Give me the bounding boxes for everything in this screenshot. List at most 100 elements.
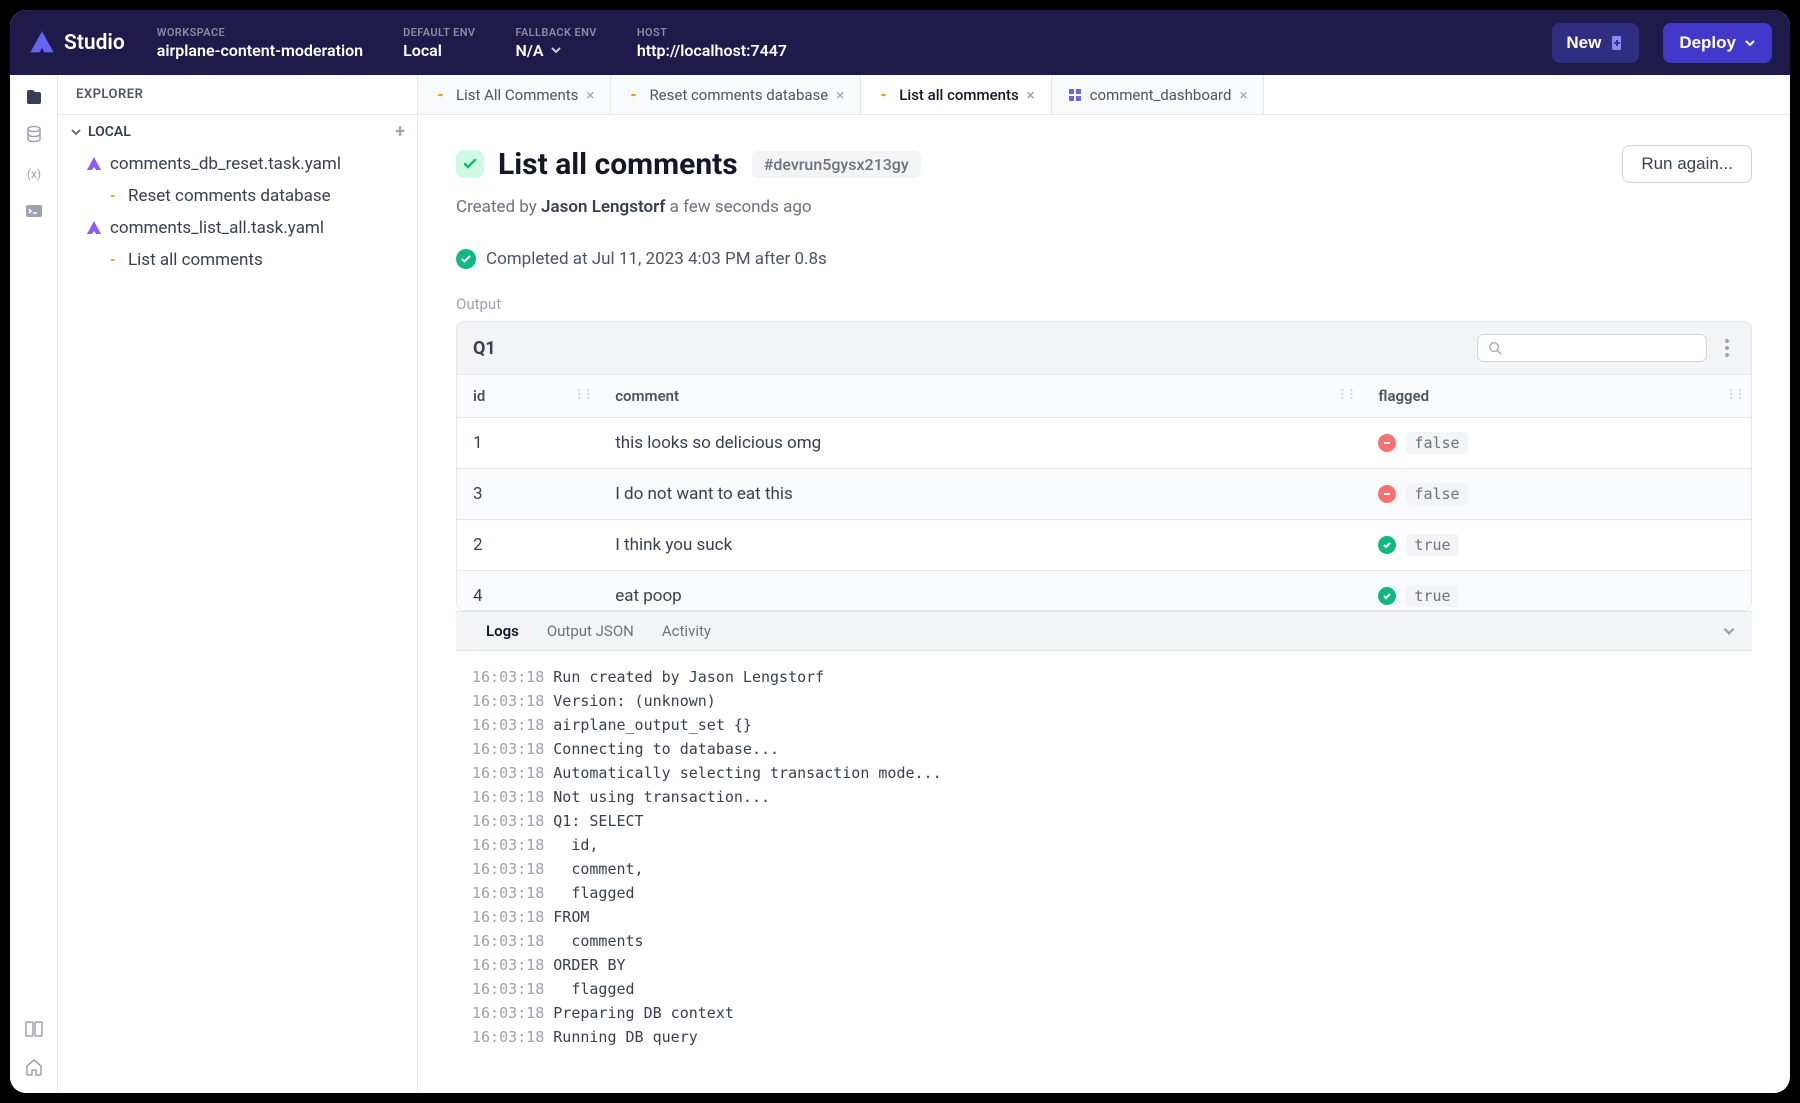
variables-icon[interactable]: (x) [24, 163, 44, 183]
editor-tab[interactable]: comment_dashboard× [1052, 75, 1265, 114]
file-tree-item[interactable]: comments_list_all.task.yaml [58, 212, 417, 244]
cell-id: 4 [457, 571, 599, 612]
column-header[interactable]: id [457, 375, 599, 418]
output-table-card: Q1 idcommentflagged 1 this looks so deli… [456, 321, 1752, 611]
dashboard-icon [1068, 88, 1082, 102]
log-line: 16:03:18 flagged [472, 977, 1736, 1001]
activity-rail: (x) [10, 75, 58, 1093]
main-area: List All Comments×Reset comments databas… [418, 75, 1790, 1093]
table-search-input[interactable] [1508, 340, 1696, 356]
panel-tab[interactable]: Logs [472, 612, 533, 650]
created-by-text: Created by Jason Lengstorf a few seconds… [456, 197, 1752, 217]
workspace-value[interactable]: airplane-content-moderation [157, 41, 363, 60]
log-line: 16:03:18 FROM [472, 905, 1736, 929]
logo: Studio [28, 29, 125, 57]
task-icon [877, 88, 891, 102]
log-line: 16:03:18 airplane_output_set {} [472, 713, 1736, 737]
table-menu-button[interactable] [1719, 339, 1735, 357]
file-tree-task[interactable]: List all comments [58, 244, 417, 276]
run-again-button[interactable]: Run again... [1622, 145, 1752, 183]
new-button[interactable]: New [1552, 23, 1639, 63]
panel-tab[interactable]: Activity [648, 612, 725, 650]
panel-tabs: LogsOutput JSONActivity [456, 611, 1752, 651]
success-indicator-icon [1378, 587, 1396, 605]
default-env-label: DEFAULT ENV [403, 26, 475, 39]
chevron-down-icon [1722, 624, 1736, 638]
log-line: 16:03:18 Connecting to database... [472, 737, 1736, 761]
cell-flagged: true [1362, 520, 1751, 571]
file-tree: comments_db_reset.task.yamlReset comment… [58, 148, 417, 276]
default-env-meta: DEFAULT ENV Local [395, 26, 483, 60]
files-icon[interactable] [24, 87, 44, 107]
cell-id: 1 [457, 418, 599, 469]
check-circle-icon [456, 249, 476, 269]
cell-id: 3 [457, 469, 599, 520]
add-file-button[interactable]: + [395, 121, 405, 142]
output-label: Output [456, 295, 1752, 313]
output-table: idcommentflagged 1 this looks so delicio… [457, 374, 1751, 611]
table-row[interactable]: 1 this looks so delicious omg false [457, 418, 1751, 469]
flag-value-badge: true [1406, 585, 1458, 607]
new-file-icon [1609, 35, 1625, 51]
host-value[interactable]: http://localhost:7447 [637, 41, 787, 60]
run-content: List all comments #devrun5gysx213gy Run … [418, 115, 1790, 1093]
cell-flagged: false [1362, 418, 1751, 469]
database-icon[interactable] [24, 125, 44, 145]
close-tab-icon[interactable]: × [1239, 86, 1247, 104]
table-search[interactable] [1477, 334, 1707, 362]
home-icon[interactable] [24, 1057, 44, 1077]
cell-id: 2 [457, 520, 599, 571]
table-row[interactable]: 2 I think you suck true [457, 520, 1751, 571]
file-tree-item[interactable]: comments_db_reset.task.yaml [58, 148, 417, 180]
workspace-label: WORKSPACE [157, 26, 363, 39]
panels-icon[interactable] [24, 1019, 44, 1039]
column-header[interactable]: comment [599, 375, 1362, 418]
log-line: 16:03:18 comment, [472, 857, 1736, 881]
host-meta: HOST http://localhost:7447 [629, 26, 795, 60]
cell-flagged: true [1362, 571, 1751, 612]
chevron-down-icon [1744, 37, 1756, 49]
terminal-icon[interactable] [24, 201, 44, 221]
explorer-section-local[interactable]: LOCAL + [58, 115, 417, 148]
fallback-env-label: FALLBACK ENV [515, 26, 596, 39]
log-line: 16:03:18 id, [472, 833, 1736, 857]
deploy-button[interactable]: Deploy [1663, 23, 1772, 63]
error-indicator-icon [1378, 485, 1396, 503]
bottom-panel: LogsOutput JSONActivity 16:03:18 Run cre… [456, 611, 1752, 1063]
close-tab-icon[interactable]: × [586, 86, 594, 104]
task-icon [106, 253, 120, 267]
panel-tab[interactable]: Output JSON [533, 612, 648, 650]
error-indicator-icon [1378, 434, 1396, 452]
brand-name: Studio [64, 31, 125, 55]
column-header[interactable]: flagged [1362, 375, 1751, 418]
log-line: 16:03:18 Not using transaction... [472, 785, 1736, 809]
log-line: 16:03:18 Q1: SELECT [472, 809, 1736, 833]
table-row[interactable]: 3 I do not want to eat this false [457, 469, 1751, 520]
collapse-panel-button[interactable] [1722, 624, 1736, 638]
flag-value-badge: true [1406, 534, 1458, 556]
close-tab-icon[interactable]: × [1027, 86, 1035, 104]
log-line: 16:03:18 Run created by Jason Lengstorf [472, 665, 1736, 689]
explorer-panel: EXPLORER LOCAL + comments_db_reset.task.… [58, 75, 418, 1093]
editor-tab[interactable]: Reset comments database× [611, 75, 861, 114]
status-success-icon [456, 150, 484, 178]
file-tree-task[interactable]: Reset comments database [58, 180, 417, 212]
table-row[interactable]: 4 eat poop true [457, 571, 1751, 612]
host-label: HOST [637, 26, 787, 39]
cell-comment: this looks so delicious omg [599, 418, 1362, 469]
editor-tab[interactable]: List all comments× [861, 75, 1051, 114]
search-icon [1488, 341, 1502, 355]
editor-tab[interactable]: List All Comments× [418, 75, 611, 114]
default-env-value[interactable]: Local [403, 41, 475, 60]
log-line: 16:03:18 comments [472, 929, 1736, 953]
fallback-env-value[interactable]: N/A [515, 41, 596, 60]
workspace-meta: WORKSPACE airplane-content-moderation [149, 26, 371, 60]
close-tab-icon[interactable]: × [836, 86, 844, 104]
log-line: 16:03:18 Preparing DB context [472, 1001, 1736, 1025]
table-title: Q1 [473, 338, 496, 359]
completed-status: Completed at Jul 11, 2023 4:03 PM after … [456, 249, 1752, 269]
success-indicator-icon [1378, 536, 1396, 554]
cell-comment: eat poop [599, 571, 1362, 612]
task-icon [106, 189, 120, 203]
chevron-down-icon [70, 126, 82, 138]
